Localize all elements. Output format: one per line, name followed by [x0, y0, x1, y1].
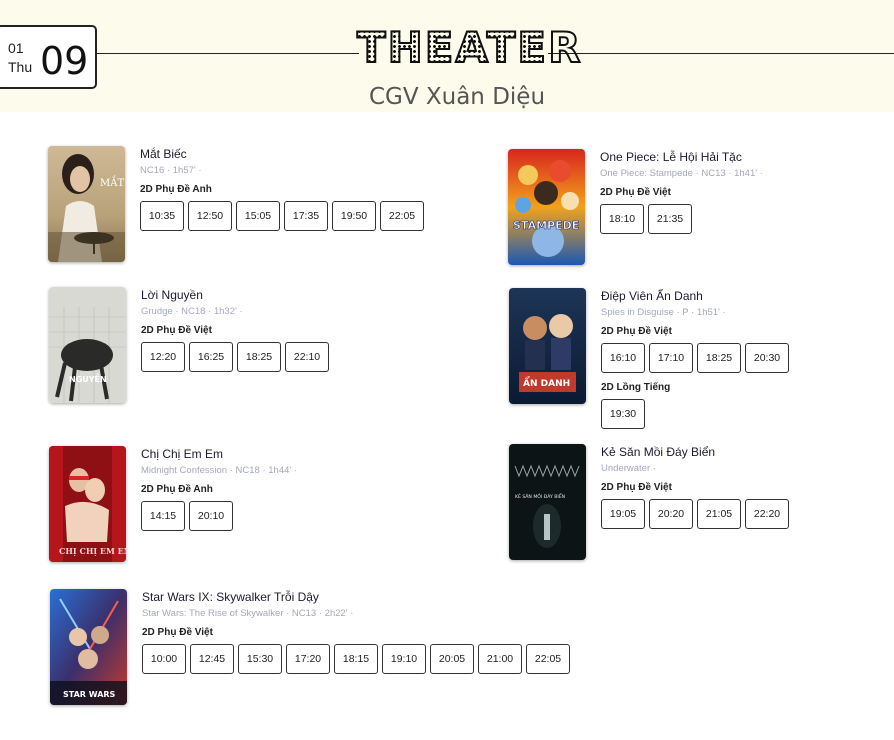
format-label: 2D Phụ Đề Việt [142, 627, 213, 638]
showtime-list: 19:30 [601, 399, 894, 429]
movie-meta: One Piece: Stampede · NC13 · 1h41' · [600, 168, 763, 179]
date-month: 01 [8, 40, 24, 56]
showtime-list: 19:05 20:20 21:05 22:20 [601, 499, 894, 529]
movie-info: One Piece: Lễ Hội Hải Tặc One Piece: Sta… [600, 149, 894, 234]
showtime-button[interactable]: 12:20 [141, 342, 185, 372]
showtime-button[interactable]: 14:15 [141, 501, 185, 531]
date-selector[interactable]: 01 Thu 09 [0, 25, 97, 89]
showtime-button[interactable]: 17:35 [284, 201, 328, 231]
showtime-list: 10:35 12:50 15:05 17:35 19:50 22:05 [140, 201, 510, 231]
showtime-button[interactable]: 15:30 [238, 644, 282, 674]
showtime-button[interactable]: 19:50 [332, 201, 376, 231]
movie-info: Điệp Viên Ẩn Danh Spies in Disguise · P … [601, 288, 894, 429]
showtime-button[interactable]: 12:50 [188, 201, 232, 231]
movie-title[interactable]: Kẻ Săn Mồi Đáy Biển [601, 444, 894, 460]
showtime-button[interactable]: 22:20 [745, 499, 789, 529]
poster-title-text: MẮT BIẾC [100, 176, 125, 189]
movie-meta: Midnight Confession · NC18 · 1h44' · [141, 465, 297, 476]
movie-info: Star Wars IX: Skywalker Trỗi Dậy Star Wa… [142, 589, 622, 674]
showtime-list: 14:15 20:10 [141, 501, 511, 531]
movie-meta: NC16 · 1h57' · [140, 165, 202, 176]
showtime-button[interactable]: 20:20 [649, 499, 693, 529]
showtime-button[interactable]: 16:25 [189, 342, 233, 372]
poster-title-text: CHỊ CHỊ EM EM [59, 546, 126, 556]
movie-poster[interactable]: STAMPEDE [508, 149, 585, 265]
header-divider-left [97, 53, 359, 54]
movie-meta: Underwater · [601, 463, 656, 474]
header-divider-right [548, 53, 894, 54]
movie-meta: Star Wars: The Rise of Skywalker · NC13 … [142, 608, 354, 619]
movie-poster[interactable]: KẺ SĂN MỒI ĐÁY BIỂN [509, 444, 586, 560]
movie-poster[interactable]: CHỊ CHỊ EM EM [49, 446, 126, 562]
poster-title-text: STAR WARS [63, 690, 116, 699]
showtime-button[interactable]: 20:30 [745, 343, 789, 373]
movie-poster[interactable]: ẨN DANH [509, 288, 586, 404]
showtime-button[interactable]: 18:25 [237, 342, 281, 372]
showtime-button[interactable]: 16:10 [601, 343, 645, 373]
movie-title[interactable]: Điệp Viên Ẩn Danh [601, 288, 894, 304]
movie-poster[interactable]: MẮT BIẾC [48, 146, 125, 262]
poster-title-text: STAMPEDE [513, 219, 579, 232]
showtime-button[interactable]: 22:05 [380, 201, 424, 231]
showtime-list: 18:10 21:35 [600, 204, 894, 234]
movie-poster[interactable]: STAR WARS [50, 589, 127, 705]
showtime-button[interactable]: 18:25 [697, 343, 741, 373]
showtime-button[interactable]: 19:05 [601, 499, 645, 529]
showtime-button[interactable]: 18:10 [600, 204, 644, 234]
showtime-button[interactable]: 21:35 [648, 204, 692, 234]
showtime-list: 10:00 12:45 15:30 17:20 18:15 19:10 20:0… [142, 644, 622, 674]
format-label: 2D Phụ Đề Việt [601, 326, 672, 337]
showtime-button[interactable]: 18:15 [334, 644, 378, 674]
movie-poster[interactable]: NGUYỀN [49, 287, 126, 403]
movie-meta: Spies in Disguise · P · 1h51' · [601, 307, 726, 318]
showtime-button[interactable]: 20:10 [189, 501, 233, 531]
movie-meta: Grudge · NC18 · 1h32' · [141, 306, 243, 317]
showtime-button[interactable]: 19:30 [601, 399, 645, 429]
movie-title[interactable]: Chị Chị Em Em [141, 446, 511, 462]
format-label: 2D Phụ Đề Việt [141, 325, 212, 336]
showtime-button[interactable]: 20:05 [430, 644, 474, 674]
format-label: 2D Phụ Đề Anh [140, 184, 212, 195]
showtime-list: 12:20 16:25 18:25 22:10 [141, 342, 511, 372]
showtime-button[interactable]: 22:10 [285, 342, 329, 372]
showtime-button[interactable]: 10:00 [142, 644, 186, 674]
showtime-button[interactable]: 15:05 [236, 201, 280, 231]
showtime-button[interactable]: 21:00 [478, 644, 522, 674]
format-label: 2D Lồng Tiếng [601, 382, 671, 393]
date-theater-header: 01 Thu 09 THEATER CGV Xuân Diệu [0, 0, 894, 112]
showtime-button[interactable]: 21:05 [697, 499, 741, 529]
movie-info: Mắt Biếc NC16 · 1h57' · 2D Phụ Đề Anh 10… [140, 146, 510, 231]
showtime-button[interactable]: 12:45 [190, 644, 234, 674]
cinema-name: CGV Xuân Diệu [368, 84, 546, 110]
movie-info: Lời Nguyền Grudge · NC18 · 1h32' · 2D Ph… [141, 287, 511, 372]
page-title: THEATER [356, 23, 583, 73]
showtime-button[interactable]: 17:10 [649, 343, 693, 373]
movie-info: Chị Chị Em Em Midnight Confession · NC18… [141, 446, 511, 531]
format-label: 2D Phụ Đề Việt [600, 187, 671, 198]
movie-title[interactable]: Star Wars IX: Skywalker Trỗi Dậy [142, 589, 622, 605]
format-label: 2D Phụ Đề Việt [601, 482, 672, 493]
date-day: 09 [40, 39, 89, 83]
showtime-button[interactable]: 17:20 [286, 644, 330, 674]
movie-title[interactable]: Mắt Biếc [140, 146, 510, 162]
movie-title[interactable]: One Piece: Lễ Hội Hải Tặc [600, 149, 894, 165]
showtime-button[interactable]: 19:10 [382, 644, 426, 674]
format-label: 2D Phụ Đề Anh [141, 484, 213, 495]
showtime-list: 16:10 17:10 18:25 20:30 [601, 343, 894, 373]
showtime-button[interactable]: 10:35 [140, 201, 184, 231]
showtime-button[interactable]: 22:05 [526, 644, 570, 674]
date-weekday: Thu [8, 59, 33, 75]
movie-title[interactable]: Lời Nguyền [141, 287, 511, 303]
movie-info: Kẻ Săn Mồi Đáy Biển Underwater · 2D Phụ … [601, 444, 894, 529]
